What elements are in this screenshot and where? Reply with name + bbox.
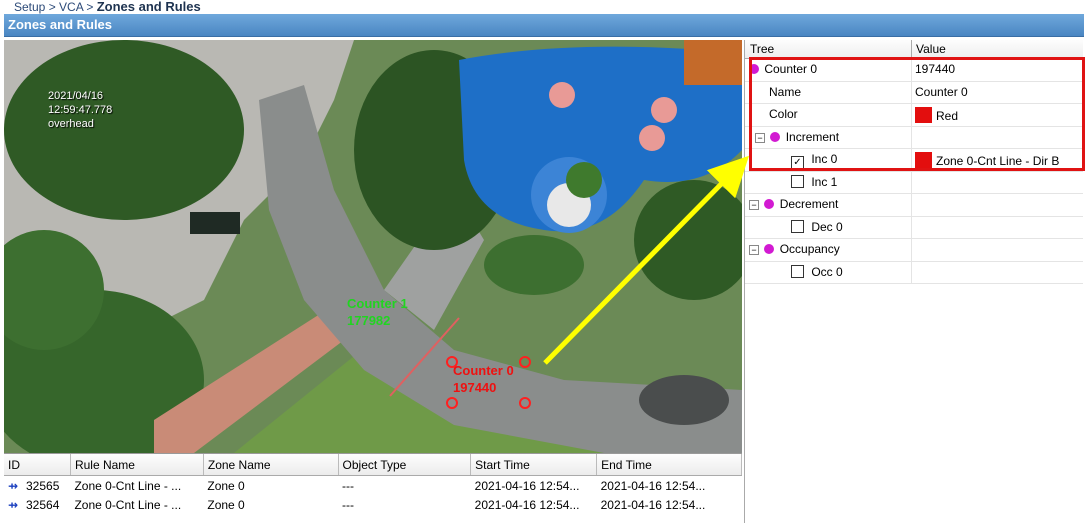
tree-row-color[interactable]: Color Red xyxy=(745,104,1083,127)
color-swatch xyxy=(915,107,932,123)
direction-icon: ⇸ xyxy=(8,497,19,512)
camera-view[interactable]: 2021/04/16 12:59:47.778 overhead Counter… xyxy=(4,40,742,453)
table-row[interactable]: ⇸ 32564 Zone 0-Cnt Line - ... Zone 0 --- … xyxy=(4,495,742,514)
counter-node-icon xyxy=(749,64,759,74)
event-table: ID Rule Name Zone Name Object Type Start… xyxy=(4,453,742,524)
camera-scene xyxy=(4,40,742,453)
cell-id: ⇸ 32565 xyxy=(4,476,70,496)
counter-0-overlay[interactable]: Counter 0 197440 xyxy=(453,362,514,396)
col-rule-name[interactable]: Rule Name xyxy=(70,454,204,476)
color-value-field[interactable]: Red xyxy=(915,107,958,123)
inc0-checkbox[interactable]: ✓ xyxy=(791,156,804,169)
inc1-checkbox[interactable] xyxy=(791,174,804,188)
value-col-header[interactable]: Value xyxy=(916,42,946,56)
osd-time: 12:59:47.778 xyxy=(48,104,113,116)
col-object-type[interactable]: Object Type xyxy=(338,454,472,476)
cell-rule-name: Zone 0-Cnt Line - ... xyxy=(74,478,182,493)
occ0-label: Occ 0 xyxy=(811,264,843,279)
breadcrumb: Setup > VCA > Zones and Rules xyxy=(14,0,201,14)
video-osd: 2021/04/16 12:59:47.778 overhead xyxy=(48,89,112,131)
increment-label: Increment xyxy=(785,129,840,144)
cell-object-type: --- xyxy=(342,497,355,512)
counter-value: 197440 xyxy=(915,62,956,76)
tree-row-decrement[interactable]: − Decrement xyxy=(745,194,1083,217)
counter-1-name: Counter 1 xyxy=(347,296,408,311)
panel-title-bar: Zones and Rules xyxy=(4,14,1084,37)
cell-id: ⇸ 32564 xyxy=(4,495,70,514)
tree-row-name[interactable]: Name Counter 0 xyxy=(745,81,1083,104)
inc0-value-field[interactable]: Zone 0-Cnt Line - Dir B xyxy=(915,152,1059,168)
direction-icon: ⇸ xyxy=(8,478,19,493)
col-zone-name[interactable]: Zone Name xyxy=(203,454,339,476)
tree-row-inc1[interactable]: Inc 1 xyxy=(745,171,1083,194)
decrement-node-icon xyxy=(764,199,775,209)
dec0-label: Dec 0 xyxy=(811,219,843,234)
tree-col-header[interactable]: Tree xyxy=(750,42,774,56)
counter-label: Counter 0 xyxy=(764,62,818,76)
color-value: Red xyxy=(936,109,959,123)
osd-date: 2021/04/16 xyxy=(48,90,104,102)
inc0-value: Zone 0-Cnt Line - Dir B xyxy=(936,154,1060,168)
cell-end-time: 2021-04-16 12:54... xyxy=(600,497,706,512)
inc0-color-swatch xyxy=(915,152,932,168)
counter-0-name: Counter 0 xyxy=(453,363,514,378)
counter-1-value: 177982 xyxy=(347,313,391,328)
tree-row-inc0[interactable]: ✓ Inc 0 Zone 0-Cnt Line - Dir B xyxy=(745,149,1083,172)
counter-0-value: 197440 xyxy=(453,380,497,395)
breadcrumb-current: Zones and Rules xyxy=(96,0,201,14)
inc0-label: Inc 0 xyxy=(811,152,838,166)
col-start-time[interactable]: Start Time xyxy=(470,454,598,476)
panel-title: Zones and Rules xyxy=(8,17,113,32)
row-id: 32565 xyxy=(26,478,60,493)
occupancy-label: Occupancy xyxy=(779,242,840,256)
event-table-header: ID Rule Name Zone Name Object Type Start… xyxy=(4,454,742,476)
collapse-icon[interactable]: − xyxy=(749,200,759,210)
table-row[interactable]: ⇸ 32565 Zone 0-Cnt Line - ... Zone 0 --- … xyxy=(4,476,742,496)
cell-end-time: 2021-04-16 12:54... xyxy=(600,478,706,493)
cell-zone-name: Zone 0 xyxy=(207,497,245,512)
counter-1-overlay: Counter 1 177982 xyxy=(347,295,408,329)
collapse-icon[interactable]: − xyxy=(755,132,765,143)
col-end-time[interactable]: End Time xyxy=(596,454,742,476)
cell-zone-name: Zone 0 xyxy=(207,478,245,493)
decrement-label: Decrement xyxy=(779,197,839,211)
dec0-checkbox[interactable] xyxy=(791,219,804,233)
occ0-checkbox[interactable] xyxy=(791,264,804,278)
cell-start-time: 2021-04-16 12:54... xyxy=(474,497,580,512)
name-value[interactable]: Counter 0 xyxy=(915,85,968,99)
cell-rule-name: Zone 0-Cnt Line - ... xyxy=(74,497,182,512)
tree-row-occ0[interactable]: Occ 0 xyxy=(745,261,1083,284)
col-id[interactable]: ID xyxy=(4,454,71,476)
cell-start-time: 2021-04-16 12:54... xyxy=(474,478,580,493)
breadcrumb-path[interactable]: Setup > VCA > xyxy=(14,0,93,14)
tree-row-occupancy[interactable]: − Occupancy xyxy=(745,239,1083,262)
collapse-icon[interactable]: − xyxy=(749,245,759,255)
tree-row-increment[interactable]: − Increment xyxy=(745,126,1083,149)
occupancy-node-icon xyxy=(764,244,775,254)
property-tree: Tree Value Counter 0 197440 Name Counter… xyxy=(744,40,1083,523)
tree-row-counter[interactable]: Counter 0 197440 xyxy=(745,59,1083,82)
tree-header: Tree Value xyxy=(745,40,1083,59)
name-label: Name xyxy=(769,84,802,99)
osd-label: overhead xyxy=(48,118,94,130)
inc1-label: Inc 1 xyxy=(811,174,838,189)
tree-row-dec0[interactable]: Dec 0 xyxy=(745,216,1083,239)
color-label: Color xyxy=(769,107,798,121)
increment-node-icon xyxy=(770,131,781,142)
cell-object-type: --- xyxy=(342,478,355,493)
row-id: 32564 xyxy=(26,497,60,512)
